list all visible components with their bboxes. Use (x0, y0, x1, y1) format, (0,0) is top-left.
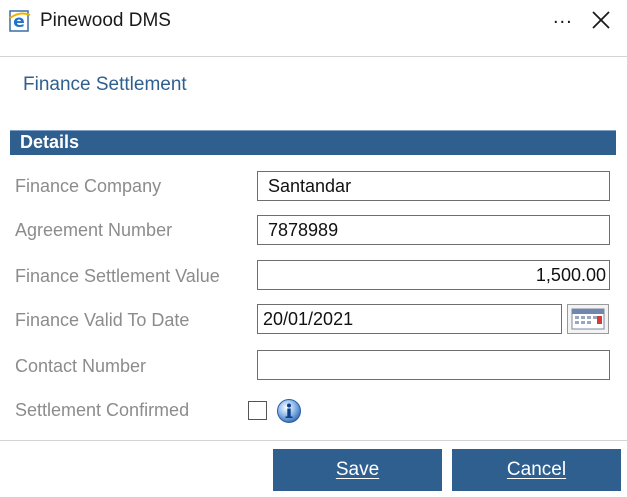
section-header-details: Details (10, 130, 616, 155)
settlement-value-field[interactable]: 1,500.00 (257, 260, 610, 290)
info-icon[interactable] (276, 398, 302, 424)
contact-number-label: Contact Number (15, 356, 147, 376)
window-title: Pinewood DMS (40, 10, 171, 31)
finance-company-label: Finance Company (15, 176, 162, 196)
title-bar: e Pinewood DMS ... (0, 0, 627, 44)
agreement-number-field[interactable]: 7878989 (257, 215, 610, 245)
calendar-button[interactable] (567, 304, 609, 334)
close-icon[interactable] (588, 7, 614, 33)
form-title: Finance Settlement (23, 74, 187, 95)
settlement-confirmed-checkbox[interactable] (248, 401, 267, 420)
section-title: Details (20, 132, 80, 152)
more-options-button[interactable]: ... (553, 6, 573, 29)
settlement-confirmed-label: Settlement Confirmed (15, 400, 190, 420)
valid-to-date-field[interactable]: 20/01/2021 (257, 304, 562, 334)
contact-number-field[interactable] (257, 350, 610, 380)
ie-icon: e (9, 10, 31, 32)
valid-to-date-label: Finance Valid To Date (15, 310, 190, 330)
cancel-button[interactable]: Cancel (452, 449, 621, 491)
agreement-number-label: Agreement Number (15, 220, 173, 240)
save-button[interactable]: Save (273, 449, 442, 491)
divider (0, 440, 627, 441)
divider (0, 56, 627, 57)
settlement-value-label: Finance Settlement Value (15, 266, 220, 286)
finance-company-field[interactable]: Santandar (257, 171, 610, 201)
calendar-icon (571, 308, 605, 330)
